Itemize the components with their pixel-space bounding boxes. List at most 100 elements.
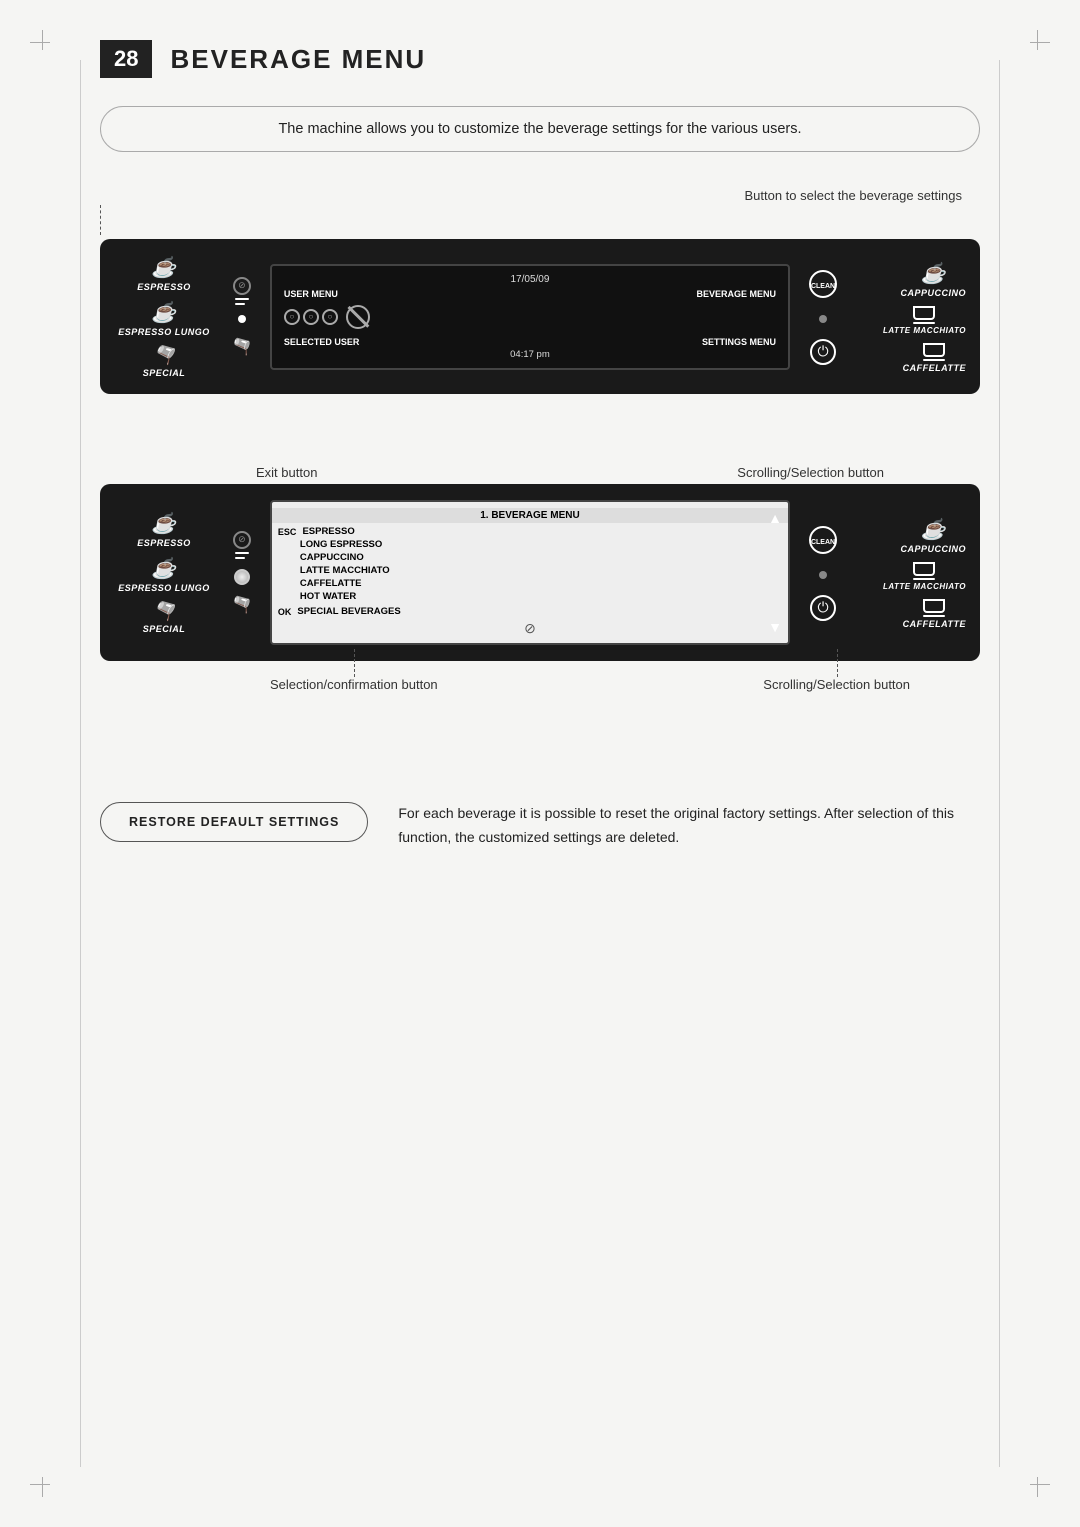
latte-macchiato-icon [913, 306, 935, 324]
bev2-special[interactable]: 🫗 SPECIAL [114, 601, 214, 634]
svg-text:CLEAN: CLEAN [811, 539, 835, 546]
margin-line-right [999, 60, 1000, 1467]
dot-control-left-top[interactable] [238, 315, 246, 323]
display-menu-row: USER MENU BEVERAGE MENU [284, 289, 776, 299]
esc-label[interactable]: ESC [278, 527, 297, 537]
bev-espresso[interactable]: ☕ ESPRESSO [114, 255, 214, 292]
page-number: 28 [100, 40, 152, 78]
bev-cappuccino[interactable]: ☕ CAPPUCCINO [900, 261, 966, 298]
clean-icon-2: CLEAN [808, 525, 838, 555]
restore-description: For each beverage it is possible to rese… [398, 802, 980, 850]
display-time: 04:17 pm [284, 349, 776, 360]
scroll-down-arrow[interactable]: ▼ [768, 619, 782, 635]
menu-item-hot-water[interactable]: HOT WATER [272, 590, 788, 603]
clean-button-2[interactable]: CLEAN [808, 525, 838, 555]
power-button[interactable]: ⏻ [810, 339, 836, 365]
tri-circle-2: ○ [303, 309, 319, 325]
machine-panel-2: ☕ ESPRESSO ☕ ESPRESSO LUNGO 🫗 SPECIAL ⊘ [100, 484, 980, 661]
bev2-latte-macchiato[interactable]: LATTE MACCHIATO [883, 562, 966, 591]
corner-mark-tr-v [1037, 30, 1038, 50]
dash-control-2-icon [235, 552, 249, 559]
settings-menu-label[interactable]: SETTINGS MENU [702, 337, 776, 347]
machine2-right-controls: CLEAN ⏻ [798, 525, 848, 621]
bev-espresso-lungo[interactable]: ☕ ESPRESSO LUNGO [114, 300, 214, 337]
menu-item-caffelatte[interactable]: CAFFELATTE [272, 577, 788, 590]
cappuccino2-label: CAPPUCCINO [900, 544, 966, 554]
latte-macchiato2-icon [913, 562, 935, 580]
beverage-menu-label[interactable]: BEVERAGE MENU [696, 289, 776, 299]
selected-user-label[interactable]: SELECTED USER [284, 337, 360, 347]
special-cup-icon-2: 🫗 [232, 337, 252, 357]
menu-no-symbol-icon: ⊘ [272, 620, 788, 637]
tri-circle-1: ○ [284, 309, 300, 325]
circle-control-icon: ⊘ [233, 277, 251, 295]
machine-right-beverages: ☕ CAPPUCCINO LATTE MACCHIATO CAFFELATTE [856, 261, 966, 373]
clean-icon: CLEAN [808, 269, 838, 299]
top-annotation-label: Button to select the beverage settings [744, 188, 962, 203]
machine-right-controls-1: CLEAN ⏻ [798, 269, 848, 365]
special2-cup-icon: 🫗 [153, 601, 176, 622]
machine2-center-display-wrap: 1. BEVERAGE MENU ESC ESPRESSO LONG ESPRE… [270, 500, 790, 645]
special-label: SPECIAL [143, 368, 186, 378]
machine-center-display-1: 17/05/09 USER MENU BEVERAGE MENU ○ ○ ○ S… [270, 264, 790, 370]
page-header: 28 BEVERAGE MENU [100, 40, 980, 78]
corner-mark-tr-h [1030, 42, 1050, 43]
machine2-left-controls: ⊘ 🫗 [222, 531, 262, 615]
scrolling-selection-bottom-label: Scrolling/Selection button [763, 677, 910, 692]
display-bottom-row: SELECTED USER SETTINGS MENU [284, 337, 776, 347]
power-icon: ⏻ [817, 343, 828, 360]
menu-item-long-espresso[interactable]: LONG ESPRESSO [272, 538, 788, 551]
display-icons-row: ○ ○ ○ [284, 299, 776, 335]
caffelatte-label: CAFFELATTE [903, 363, 966, 373]
page-title: BEVERAGE MENU [170, 44, 426, 75]
display-date: 17/05/09 [284, 274, 776, 285]
special2-cup-icon-2: 🫗 [232, 595, 252, 615]
bev-special[interactable]: 🫗 SPECIAL [114, 345, 214, 378]
tri-circle-3: ○ [322, 309, 338, 325]
cappuccino2-cup-icon: ☕ [921, 517, 946, 542]
special2-label: SPECIAL [143, 624, 186, 634]
bev-caffelatte[interactable]: CAFFELATTE [903, 343, 966, 373]
espresso-lungo2-cup-icon: ☕ [151, 556, 176, 581]
bev2-cappuccino[interactable]: ☕ CAPPUCCINO [900, 517, 966, 554]
latte-macchiato2-label: LATTE MACCHIATO [883, 582, 966, 591]
selection-confirmation-annot: Selection/confirmation button [270, 677, 438, 692]
top-annotation-dashed-line [100, 205, 794, 235]
user-menu-label[interactable]: USER MENU [284, 289, 338, 299]
machine-left-beverages: ☕ ESPRESSO ☕ ESPRESSO LUNGO 🫗 SPECIAL [114, 255, 214, 378]
bev2-caffelatte[interactable]: CAFFELATTE [903, 599, 966, 629]
espresso-lungo-cup-icon: ☕ [151, 300, 176, 325]
bev2-espresso-lungo[interactable]: ☕ ESPRESSO LUNGO [114, 556, 214, 593]
caffelatte2-label: CAFFELATTE [903, 619, 966, 629]
dash-control-icon [235, 298, 249, 305]
clean-button[interactable]: CLEAN [808, 269, 838, 299]
dot-control-right-2[interactable] [819, 571, 827, 579]
intro-text: The machine allows you to customize the … [278, 121, 801, 137]
machine2-left-beverages: ☕ ESPRESSO ☕ ESPRESSO LUNGO 🫗 SPECIAL [114, 511, 214, 634]
caffelatte-icon [923, 343, 945, 361]
intro-box: The machine allows you to customize the … [100, 106, 980, 152]
selection-confirmation-label: Selection/confirmation button [270, 677, 438, 692]
menu-item-latte-macchiato[interactable]: LATTE MACCHIATO [272, 564, 788, 577]
bev-latte-macchiato[interactable]: LATTE MACCHIATO [883, 306, 966, 335]
power-button-2[interactable]: ⏻ [810, 595, 836, 621]
scroll-up-arrow[interactable]: ▲ [768, 510, 782, 526]
restore-default-button[interactable]: RESTORE DEFAULT SETTINGS [100, 802, 368, 842]
espresso-cup-icon: ☕ [151, 255, 176, 280]
ok-label[interactable]: OK [278, 607, 292, 617]
corner-mark-bl-v [42, 1477, 43, 1497]
no-symbol-icon [346, 305, 370, 329]
dot-control-right[interactable] [819, 315, 827, 323]
espresso-label: ESPRESSO [137, 282, 191, 292]
caffelatte2-icon [923, 599, 945, 617]
power-icon-2: ⏻ [817, 599, 828, 616]
menu-item-special-beverages[interactable]: SPECIAL BEVERAGES [297, 606, 400, 617]
espresso2-label: ESPRESSO [137, 538, 191, 548]
selection-confirmation-dot[interactable] [234, 569, 250, 585]
corner-mark-br-v [1037, 1477, 1038, 1497]
bev2-espresso[interactable]: ☕ ESPRESSO [114, 511, 214, 548]
scrolling-selection-bottom-annot: Scrolling/Selection button [763, 677, 910, 692]
restore-section: RESTORE DEFAULT SETTINGS For each bevera… [100, 802, 980, 850]
menu-item-cappuccino[interactable]: CAPPUCCINO [272, 551, 788, 564]
menu-item-espresso[interactable]: ESPRESSO [302, 526, 354, 537]
